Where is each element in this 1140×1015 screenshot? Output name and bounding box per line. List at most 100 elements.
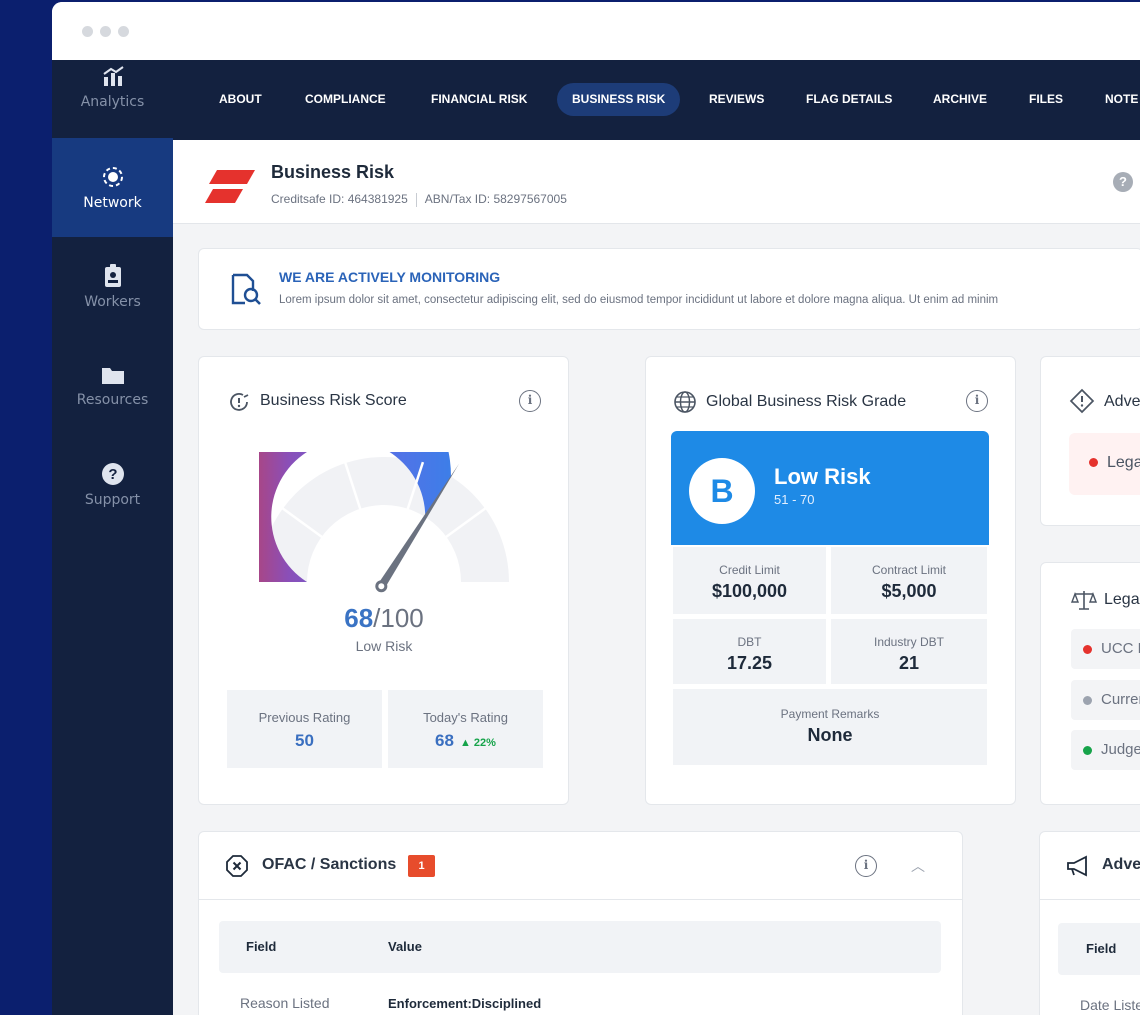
folder-icon	[101, 367, 124, 384]
risk-score-label: Low Risk	[355, 638, 413, 654]
sidebar-item-workers[interactable]: Workers	[52, 237, 173, 336]
tab-compliance[interactable]: COMPLIANCE	[290, 83, 401, 116]
field-header: Field	[246, 939, 277, 954]
risk-score-title: Business Risk Score	[260, 392, 407, 409]
monitoring-banner: WE ARE ACTIVELY MONITORING Lorem ipsum d…	[198, 248, 1140, 330]
warning-diamond-icon	[1069, 388, 1095, 414]
sidebar-item-analytics[interactable]: Analytics	[52, 38, 173, 137]
help-icon[interactable]: ?	[1113, 172, 1133, 192]
industry-dbt-label: Industry DBT	[873, 635, 945, 649]
grade-banner: B Low Risk 51 - 70	[671, 431, 989, 545]
adverse-business-card: Adverse Bu Legal / Fin	[1040, 356, 1140, 526]
dbt-value: 17.25	[726, 653, 773, 673]
tab-archive[interactable]: ARCHIVE	[918, 83, 1002, 116]
payment-remarks-label: Payment Remarks	[780, 707, 880, 721]
ofac-sanctions-card: OFAC / Sanctions 1 i ︿ Field Value Reaso…	[198, 831, 963, 1015]
window-titlebar	[52, 2, 1140, 60]
legal-item-currency[interactable]: Currency	[1071, 680, 1140, 720]
legal-item-label: Judgement	[1101, 741, 1140, 758]
megaphone-icon	[1067, 855, 1087, 877]
todays-rating-value-row: 68 ▲ 22%	[388, 731, 543, 751]
dbt: DBT 17.25	[673, 619, 826, 684]
window-dot[interactable]	[118, 26, 129, 37]
page-title: Business Risk	[271, 162, 395, 182]
sidebar-item-label: Workers	[84, 293, 141, 310]
sidebar-item-support[interactable]: ? Support	[52, 435, 173, 534]
page-header: Business Risk Creditsafe ID: 464381925 AB…	[173, 140, 1140, 224]
tab-flag-details[interactable]: FLAG DETAILS	[791, 83, 907, 116]
adverse-business-item-label: Legal / Fin	[1107, 454, 1140, 471]
tab-reviews[interactable]: REVIEWS	[694, 83, 779, 116]
adverse-media-title: Adverse Me	[1102, 856, 1140, 873]
document-search-icon	[231, 273, 261, 305]
adverse-business-item[interactable]: Legal / Fin	[1069, 433, 1140, 495]
info-icon[interactable]: i	[519, 390, 541, 412]
tab-files[interactable]: FILES	[1014, 83, 1078, 116]
todays-rating-label: Today's Rating	[423, 710, 508, 725]
monitoring-title: WE ARE ACTIVELY MONITORING	[279, 269, 501, 285]
todays-rating: Today's Rating 68 ▲ 22%	[388, 690, 543, 768]
legal-financial-title: Legal/Finar	[1104, 591, 1140, 608]
legal-item-judgement[interactable]: Judgement	[1071, 730, 1140, 770]
needle-hub-center	[378, 583, 385, 590]
main-content: Business Risk Creditsafe ID: 464381925 AB…	[173, 140, 1140, 1015]
previous-rating-value: 50	[295, 731, 314, 750]
adverse-media-table-header: Field	[1058, 923, 1140, 975]
info-icon[interactable]: i	[855, 855, 877, 877]
business-risk-score-card: Business Risk Score i 68/100 Low Risk Pr…	[198, 356, 569, 805]
sidebar-item-label: Analytics	[80, 93, 145, 110]
ofac-title: OFAC / Sanctions	[262, 856, 397, 873]
grade-letter: B	[689, 458, 755, 524]
adverse-media-card: Adverse Me Field Date Listed	[1039, 831, 1140, 1015]
id-separator	[415, 192, 417, 207]
industry-dbt: Industry DBT 21	[831, 619, 987, 684]
scales-icon	[1071, 591, 1097, 610]
sidebar: Analytics Network Workers Resources ? Su…	[52, 60, 173, 1015]
window-controls	[82, 26, 129, 37]
ofac-table-header: Field Value	[219, 921, 941, 973]
todays-rating-value: 68	[435, 731, 454, 750]
tab-financial-risk[interactable]: FINANCIAL RISK	[416, 83, 542, 116]
legal-item-label: UCC Filings	[1101, 640, 1140, 657]
svg-text:?: ?	[108, 466, 117, 483]
tab-about[interactable]: ABOUT	[204, 83, 277, 116]
company-identifiers: Creditsafe ID: 464381925 ABN/Tax ID: 5829…	[271, 192, 567, 207]
tab-business-risk[interactable]: BUSINESS RISK	[557, 83, 681, 116]
gauge-alert-icon	[230, 393, 249, 411]
sidebar-item-resources[interactable]: Resources	[52, 336, 173, 435]
score-max: /100	[373, 603, 424, 633]
question-icon: ?	[101, 462, 124, 485]
risk-gauge	[259, 452, 509, 593]
bullet	[1083, 644, 1092, 654]
ofac-row-field: Reason Listed	[240, 995, 330, 1011]
sidebar-item-label: Network	[83, 194, 142, 211]
rating-change: ▲ 22%	[459, 737, 496, 749]
tab-notes[interactable]: NOTE	[1090, 83, 1140, 116]
score-number: 68	[344, 603, 374, 633]
risk-grade-card: Global Business Risk Grade i B Low Risk …	[645, 356, 1016, 805]
credit-limit-value: $100,000	[711, 581, 788, 601]
adverse-media-row-field: Date Listed	[1080, 997, 1140, 1013]
ofac-row-value: Enforcement:Disciplined	[388, 996, 542, 1011]
card-divider	[199, 899, 962, 900]
value-header: Value	[388, 939, 422, 954]
creditsafe-id: Creditsafe ID: 464381925	[271, 192, 408, 206]
bullet	[1083, 695, 1092, 705]
card-divider	[1040, 899, 1140, 900]
window-dot[interactable]	[82, 26, 93, 37]
adverse-business-title: Adverse Bu	[1104, 393, 1140, 410]
sidebar-item-label: Resources	[76, 391, 149, 408]
id-badge-icon	[104, 263, 121, 287]
ofac-count-badge: 1	[408, 855, 435, 877]
bullet	[1089, 458, 1098, 468]
collapse-chevron-icon[interactable]: ︿	[911, 856, 925, 876]
legal-item-ucc-filings[interactable]: UCC Filings	[1071, 629, 1140, 669]
grade-label: Low Risk	[774, 464, 871, 489]
window-dot[interactable]	[100, 26, 111, 37]
contract-limit-value: $5,000	[881, 581, 937, 601]
info-icon[interactable]: i	[966, 390, 988, 412]
sidebar-item-network[interactable]: Network	[52, 138, 173, 237]
abn-tax-id: ABN/Tax ID: 58297567005	[424, 192, 567, 206]
industry-dbt-value: 21	[898, 653, 920, 673]
risk-grade-title: Global Business Risk Grade	[706, 393, 907, 410]
